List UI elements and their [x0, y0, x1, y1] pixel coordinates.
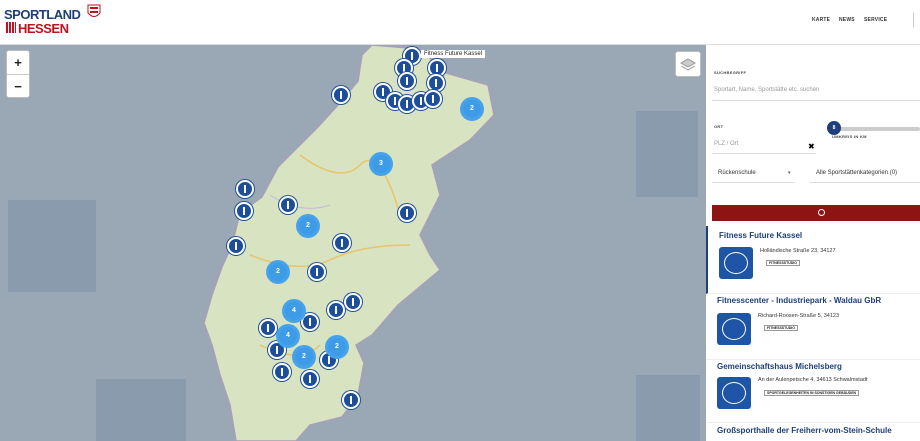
map-cluster[interactable]: 2 — [292, 345, 316, 369]
result-item[interactable]: Fitnesscenter - Industriepark - Waldau G… — [706, 293, 920, 360]
result-title[interactable]: Großsporthalle der Freiherr-vom-Stein-Sc… — [717, 426, 892, 435]
map-marker[interactable] — [308, 263, 326, 281]
keyword-underline — [712, 100, 920, 101]
map[interactable]: 2 3 2 2 4 4 2 2 Fitness Future Kassel — [0, 45, 706, 441]
header: SPORTLAND HESSEN KARTE NEWS SERVICE — [0, 0, 920, 45]
map-cluster[interactable]: 2 — [325, 335, 349, 359]
map-marker[interactable] — [235, 202, 253, 220]
map-cluster[interactable]: 2 — [296, 214, 320, 238]
logo-line1: SPORTLAND — [4, 7, 81, 22]
radius-label: UMKREIS IN KM — [832, 134, 867, 139]
search-panel: SUCHBEGRIFF Sportart, Name, Sportstätte … — [706, 45, 920, 441]
map-marker[interactable] — [333, 234, 351, 252]
layers-button[interactable] — [675, 51, 701, 77]
sportland-hessen-logo[interactable]: SPORTLAND HESSEN — [4, 3, 104, 37]
layers-icon — [679, 58, 697, 71]
radius-slider-knob[interactable]: 8 — [827, 121, 841, 135]
radius-slider-track[interactable] — [832, 127, 920, 131]
nav-news[interactable]: NEWS — [839, 17, 855, 23]
result-address: An der Aulenpetsche 4, 34613 Schwalmstad… — [758, 377, 868, 383]
map-marker[interactable] — [259, 319, 277, 337]
sport-select-underline — [712, 182, 794, 183]
keyword-label: SUCHBEGRIFF — [714, 70, 747, 75]
map-marker[interactable] — [427, 74, 445, 92]
keyword-input[interactable]: Sportart, Name, Sportstätte etc. suchen — [714, 87, 819, 93]
result-address: Richard-Roosen-Straße 5, 34123 — [758, 313, 840, 319]
sports-venue-icon — [717, 377, 751, 409]
map-marker[interactable] — [327, 301, 345, 319]
marker-tooltip: Fitness Future Kassel — [421, 50, 486, 58]
map-cluster[interactable]: 4 — [276, 324, 300, 348]
result-item[interactable]: Fitness Future Kassel Holländische Straß… — [706, 226, 920, 294]
fitness-icon — [717, 313, 751, 345]
fitness-icon — [719, 247, 753, 279]
nav-edge — [913, 13, 920, 27]
category-select[interactable]: Alle Sportstättenkategorien (0) — [816, 170, 897, 176]
map-cluster[interactable]: 2 — [266, 260, 290, 284]
map-marker[interactable] — [273, 363, 291, 381]
map-marker[interactable] — [398, 204, 416, 222]
search-icon — [818, 209, 825, 216]
result-title[interactable]: Fitness Future Kassel — [719, 231, 802, 240]
result-tag: SPORTGELEGENHEITEN IN SONSTIGEN GEBÄUDEN — [764, 390, 860, 396]
zoom-out-button[interactable]: − — [7, 75, 29, 98]
sport-select[interactable]: Rückenschule — [718, 170, 756, 176]
sport-select-chevron-icon: ▾ — [788, 170, 791, 176]
map-marker[interactable] — [344, 293, 362, 311]
zoom-control: + − — [6, 50, 30, 98]
map-cluster[interactable]: 4 — [282, 299, 306, 323]
search-button[interactable] — [712, 205, 920, 221]
result-title[interactable]: Fitnesscenter - Industriepark - Waldau G… — [717, 296, 881, 305]
nav-karte[interactable]: KARTE — [812, 17, 830, 23]
result-address: Holländische Straße 23, 34127 — [760, 248, 836, 254]
map-marker[interactable] — [227, 237, 245, 255]
result-tag: FITNESSSTUDIO — [766, 260, 801, 266]
logo-line2: HESSEN — [18, 21, 69, 36]
map-cluster[interactable]: 2 — [460, 97, 484, 121]
location-label: ORT — [714, 124, 724, 129]
map-marker[interactable] — [301, 370, 319, 388]
map-marker[interactable] — [398, 72, 416, 90]
hessen-lion-icon — [87, 4, 101, 17]
nav-service[interactable]: SERVICE — [864, 17, 887, 23]
result-item[interactable]: Großsporthalle der Freiherr-vom-Stein-Sc… — [706, 422, 920, 441]
result-title[interactable]: Gemeinschaftshaus Michelsberg — [717, 362, 842, 371]
clear-location-icon[interactable]: ✖ — [808, 142, 815, 151]
logo-stripes — [6, 22, 16, 33]
map-marker[interactable] — [342, 391, 360, 409]
category-select-underline — [810, 182, 920, 183]
zoom-in-button[interactable]: + — [7, 51, 29, 75]
result-item[interactable]: Gemeinschaftshaus Michelsberg An der Aul… — [706, 359, 920, 423]
map-marker[interactable] — [236, 180, 254, 198]
location-underline — [712, 153, 816, 154]
result-tag: FITNESSSTUDIO — [764, 325, 799, 331]
map-cluster[interactable]: 3 — [369, 152, 393, 176]
map-terrain — [8, 45, 700, 441]
map-marker[interactable] — [424, 90, 442, 108]
map-marker[interactable] — [332, 86, 350, 104]
map-marker[interactable] — [279, 196, 297, 214]
location-input[interactable]: PLZ / Ort — [714, 141, 738, 147]
